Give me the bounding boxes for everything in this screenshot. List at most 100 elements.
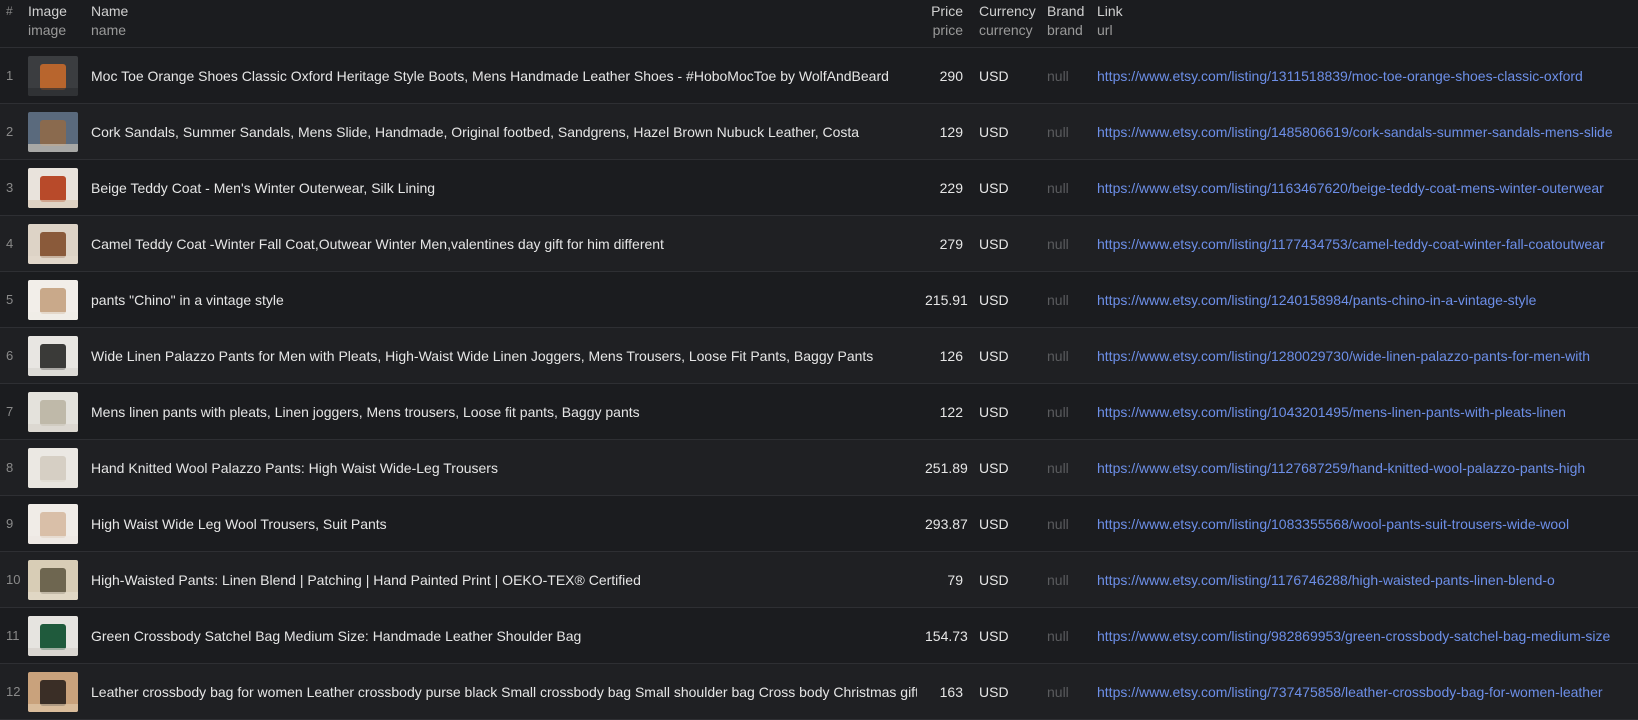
name-cell[interactable]: Mens linen pants with pleats, Linen jogg…	[83, 383, 917, 440]
currency-cell[interactable]: USD	[971, 103, 1039, 160]
name-cell[interactable]: High Waist Wide Leg Wool Trousers, Suit …	[83, 495, 917, 552]
column-header-link[interactable]: Link url	[1089, 0, 1638, 48]
name-cell[interactable]: pants "Chino" in a vintage style	[83, 271, 917, 328]
price-cell[interactable]: 290	[917, 47, 971, 104]
currency-cell[interactable]: USD	[971, 663, 1039, 720]
link-cell[interactable]: https://www.etsy.com/listing/1127687259/…	[1089, 439, 1638, 496]
column-header-brand[interactable]: Brand brand	[1039, 0, 1089, 48]
table-row[interactable]: 7 Mens linen pants with pleats, Linen jog…	[0, 383, 1638, 440]
brand-cell[interactable]: null	[1039, 215, 1089, 272]
table-row[interactable]: 6 Wide Linen Palazzo Pants for Men with P…	[0, 327, 1638, 384]
brand-cell[interactable]: null	[1039, 327, 1089, 384]
name-cell[interactable]: Moc Toe Orange Shoes Classic Oxford Heri…	[83, 47, 917, 104]
image-cell[interactable]	[20, 495, 83, 552]
link-cell[interactable]: https://www.etsy.com/listing/1176746288/…	[1089, 551, 1638, 608]
brand-cell[interactable]: null	[1039, 439, 1089, 496]
currency-cell[interactable]: USD	[971, 271, 1039, 328]
currency-cell[interactable]: USD	[971, 439, 1039, 496]
price-cell[interactable]: 129	[917, 103, 971, 160]
brand-cell[interactable]: null	[1039, 495, 1089, 552]
table-row[interactable]: 11 Green Crossbody Satchel Bag Medium Siz…	[0, 607, 1638, 664]
currency-cell[interactable]: USD	[971, 551, 1039, 608]
image-cell[interactable]	[20, 327, 83, 384]
column-header-index[interactable]: #	[0, 0, 20, 48]
table-row[interactable]: 5 pants "Chino" in a vintage style 215.91 U…	[0, 271, 1638, 328]
brand-cell[interactable]: null	[1039, 103, 1089, 160]
name-cell[interactable]: Cork Sandals, Summer Sandals, Mens Slide…	[83, 103, 917, 160]
image-cell[interactable]	[20, 383, 83, 440]
product-thumbnail[interactable]	[28, 279, 78, 320]
price-cell[interactable]: 279	[917, 215, 971, 272]
brand-cell[interactable]: null	[1039, 271, 1089, 328]
image-cell[interactable]	[20, 159, 83, 216]
price-cell[interactable]: 126	[917, 327, 971, 384]
column-header-price[interactable]: Price price	[917, 0, 971, 48]
product-thumbnail[interactable]	[28, 167, 78, 208]
product-thumbnail[interactable]	[28, 559, 78, 600]
name-cell[interactable]: Hand Knitted Wool Palazzo Pants: High Wa…	[83, 439, 917, 496]
price-cell[interactable]: 122	[917, 383, 971, 440]
name-cell[interactable]: Beige Teddy Coat - Men's Winter Outerwea…	[83, 159, 917, 216]
currency-cell[interactable]: USD	[971, 215, 1039, 272]
product-thumbnail[interactable]	[28, 391, 78, 432]
product-thumbnail[interactable]	[28, 615, 78, 656]
image-cell[interactable]	[20, 551, 83, 608]
currency-cell[interactable]: USD	[971, 495, 1039, 552]
image-cell[interactable]	[20, 103, 83, 160]
link-cell[interactable]: https://www.etsy.com/listing/1177434753/…	[1089, 215, 1638, 272]
currency-cell[interactable]: USD	[971, 607, 1039, 664]
currency-cell[interactable]: USD	[971, 327, 1039, 384]
column-header-image[interactable]: Image image	[20, 0, 83, 48]
column-header-name[interactable]: Name name	[83, 0, 917, 48]
link-cell[interactable]: https://www.etsy.com/listing/1083355568/…	[1089, 495, 1638, 552]
table-row[interactable]: 8 Hand Knitted Wool Palazzo Pants: High W…	[0, 439, 1638, 496]
product-thumbnail[interactable]	[28, 335, 78, 376]
product-thumbnail[interactable]	[28, 671, 78, 712]
brand-cell[interactable]: null	[1039, 159, 1089, 216]
image-cell[interactable]	[20, 215, 83, 272]
image-cell[interactable]	[20, 47, 83, 104]
link-cell[interactable]: https://www.etsy.com/listing/1311518839/…	[1089, 47, 1638, 104]
table-row[interactable]: 12 Leather crossbody bag for women Leathe…	[0, 663, 1638, 720]
brand-cell[interactable]: null	[1039, 663, 1089, 720]
price-cell[interactable]: 293.87	[917, 495, 971, 552]
price-cell[interactable]: 154.73	[917, 607, 971, 664]
image-cell[interactable]	[20, 663, 83, 720]
product-thumbnail[interactable]	[28, 447, 78, 488]
image-cell[interactable]	[20, 607, 83, 664]
product-thumbnail[interactable]	[28, 223, 78, 264]
table-row[interactable]: 4 Camel Teddy Coat -Winter Fall Coat,Outw…	[0, 215, 1638, 272]
image-cell[interactable]	[20, 271, 83, 328]
currency-cell[interactable]: USD	[971, 159, 1039, 216]
link-cell[interactable]: https://www.etsy.com/listing/1163467620/…	[1089, 159, 1638, 216]
link-cell[interactable]: https://www.etsy.com/listing/1485806619/…	[1089, 103, 1638, 160]
currency-cell[interactable]: USD	[971, 47, 1039, 104]
name-cell[interactable]: Green Crossbody Satchel Bag Medium Size:…	[83, 607, 917, 664]
link-cell[interactable]: https://www.etsy.com/listing/737475858/l…	[1089, 663, 1638, 720]
price-cell[interactable]: 251.89	[917, 439, 971, 496]
currency-cell[interactable]: USD	[971, 383, 1039, 440]
brand-cell[interactable]: null	[1039, 607, 1089, 664]
link-cell[interactable]: https://www.etsy.com/listing/982869953/g…	[1089, 607, 1638, 664]
price-cell[interactable]: 229	[917, 159, 971, 216]
price-cell[interactable]: 79	[917, 551, 971, 608]
price-cell[interactable]: 163	[917, 663, 971, 720]
name-cell[interactable]: Camel Teddy Coat -Winter Fall Coat,Outwe…	[83, 215, 917, 272]
image-cell[interactable]	[20, 439, 83, 496]
brand-cell[interactable]: null	[1039, 551, 1089, 608]
brand-cell[interactable]: null	[1039, 47, 1089, 104]
name-cell[interactable]: High-Waisted Pants: Linen Blend | Patchi…	[83, 551, 917, 608]
table-row[interactable]: 9 High Waist Wide Leg Wool Trousers, Suit…	[0, 495, 1638, 552]
brand-cell[interactable]: null	[1039, 383, 1089, 440]
link-cell[interactable]: https://www.etsy.com/listing/1043201495/…	[1089, 383, 1638, 440]
product-thumbnail[interactable]	[28, 503, 78, 544]
link-cell[interactable]: https://www.etsy.com/listing/1240158984/…	[1089, 271, 1638, 328]
table-row[interactable]: 3 Beige Teddy Coat - Men's Winter Outerwe…	[0, 159, 1638, 216]
product-thumbnail[interactable]	[28, 55, 78, 96]
column-header-currency[interactable]: Currency currency	[971, 0, 1039, 48]
table-row[interactable]: 2 Cork Sandals, Summer Sandals, Mens Slid…	[0, 103, 1638, 160]
name-cell[interactable]: Wide Linen Palazzo Pants for Men with Pl…	[83, 327, 917, 384]
name-cell[interactable]: Leather crossbody bag for women Leather …	[83, 663, 917, 720]
price-cell[interactable]: 215.91	[917, 271, 971, 328]
table-row[interactable]: 10 High-Waisted Pants: Linen Blend | Patc…	[0, 551, 1638, 608]
